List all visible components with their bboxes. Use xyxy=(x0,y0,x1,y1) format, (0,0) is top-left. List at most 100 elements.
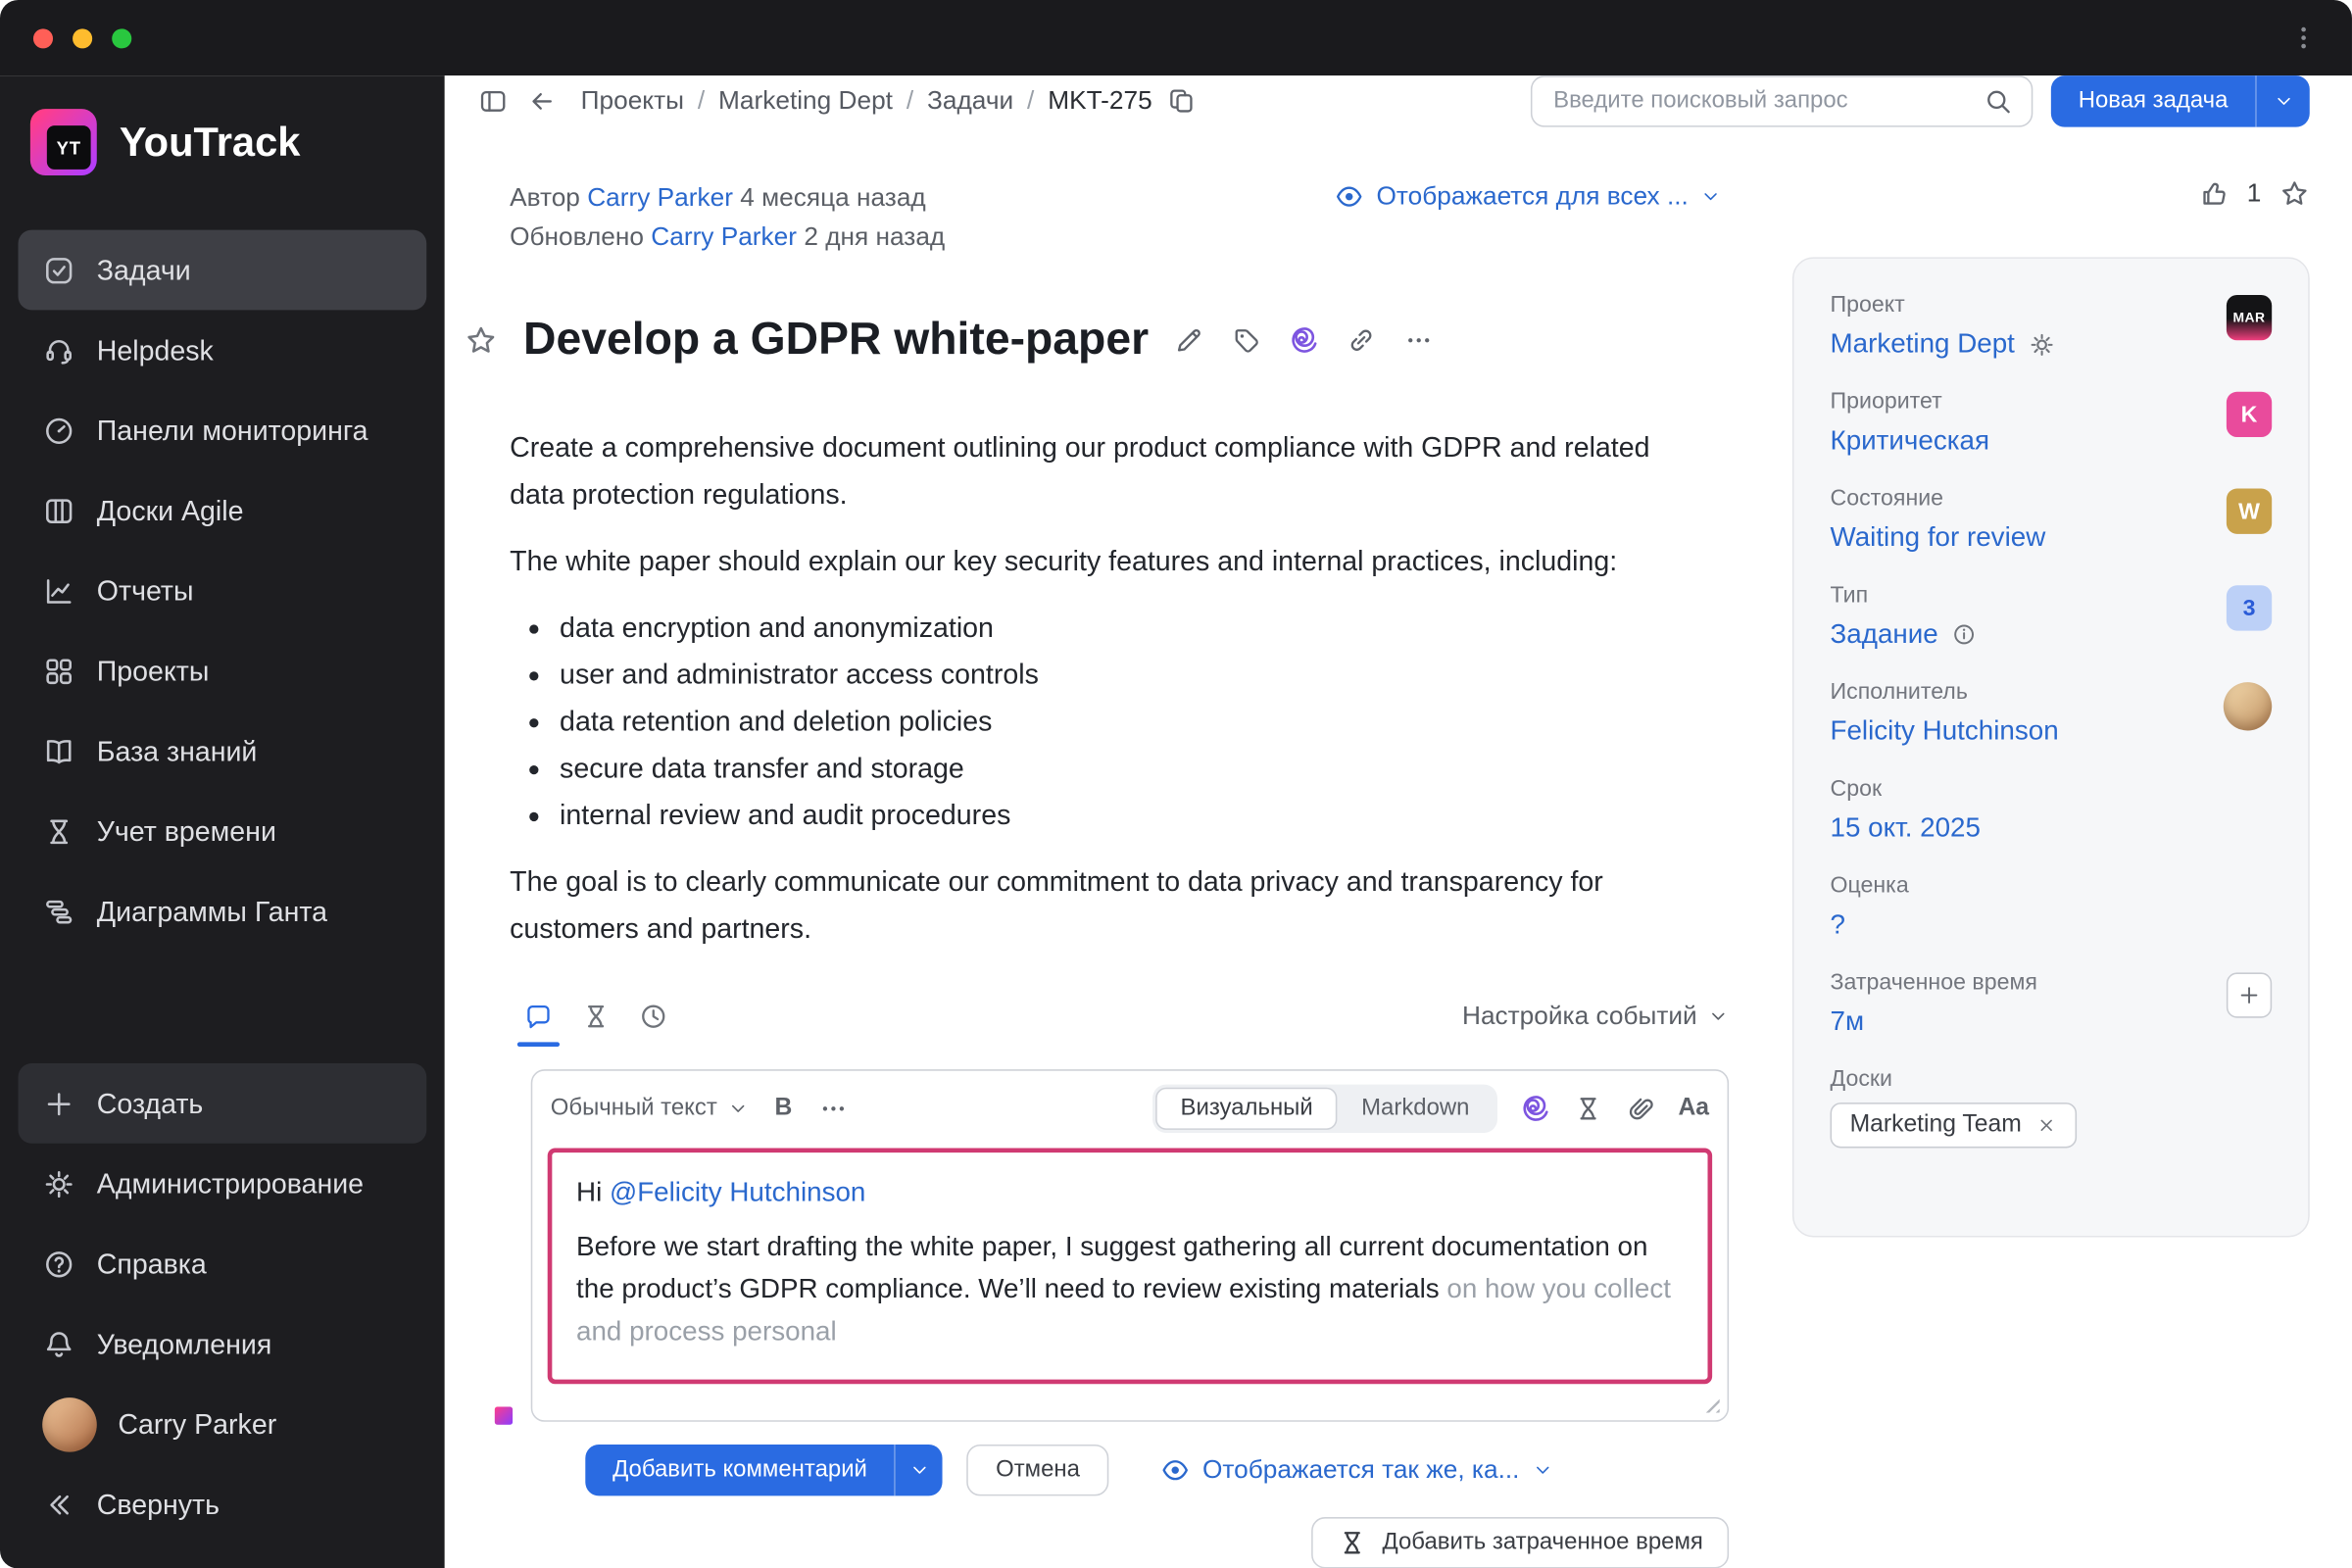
sidebar-toggle-icon[interactable] xyxy=(478,86,509,117)
sidebar-item-agile-boards[interactable]: Доски Agile xyxy=(19,470,427,551)
sidebar-item-reports[interactable]: Отчеты xyxy=(19,551,427,631)
estimate-value[interactable]: ? xyxy=(1831,909,1845,941)
ai-assistant-icon[interactable] xyxy=(1519,1094,1549,1124)
comment-visibility-control[interactable]: Отображается так же, ка... xyxy=(1160,1455,1553,1486)
tab-history[interactable] xyxy=(624,991,682,1042)
project-settings-gear-icon[interactable] xyxy=(2029,330,2056,358)
spent-time-value[interactable]: 7м xyxy=(1831,1005,1865,1037)
breadcrumb-issue-id[interactable]: MKT-275 xyxy=(1048,86,1152,117)
create-button[interactable]: Создать xyxy=(18,1063,427,1144)
more-formatting-icon[interactable] xyxy=(818,1094,849,1124)
sidebar-item-time-tracking[interactable]: Учет времени xyxy=(19,791,427,871)
assignee-avatar[interactable] xyxy=(2223,682,2273,731)
mode-markdown-tab[interactable]: Markdown xyxy=(1337,1088,1494,1130)
ai-assistant-icon[interactable] xyxy=(1290,325,1320,356)
state-value[interactable]: Waiting for review xyxy=(1831,521,2046,553)
mode-visual-tab[interactable]: Визуальный xyxy=(1155,1087,1338,1131)
issue-fields-panel: Проект Marketing Dept MAR Приоритет Крит… xyxy=(1791,257,2310,1238)
field-estimate: Оценка ? xyxy=(1831,873,2273,941)
type-badge[interactable]: 3 xyxy=(2226,585,2273,631)
sidebar-item-profile[interactable]: Carry Parker xyxy=(19,1384,427,1464)
tab-comments[interactable] xyxy=(510,991,567,1048)
thumbs-up-icon[interactable] xyxy=(2198,178,2229,209)
plus-icon xyxy=(47,1092,71,1115)
sidebar-item-tasks[interactable]: Задачи xyxy=(18,229,427,311)
format-dropdown[interactable]: Обычный текст xyxy=(551,1096,749,1123)
user-avatar xyxy=(42,1396,97,1451)
comment-input[interactable]: Hi @Felicity Hutchinson Before we start … xyxy=(547,1148,1713,1385)
text-style-button[interactable]: Aa xyxy=(1678,1096,1709,1123)
due-date-value[interactable]: 15 окт. 2025 xyxy=(1831,812,1981,844)
type-value[interactable]: Задание xyxy=(1831,618,1938,650)
sidebar-item-help[interactable]: Справка xyxy=(19,1224,427,1304)
priority-badge[interactable]: K xyxy=(2226,391,2273,438)
star-issue-icon[interactable] xyxy=(465,323,498,357)
sidebar-footer: Создать Администрирование Справка Уведом… xyxy=(0,1063,445,1544)
project-value[interactable]: Marketing Dept xyxy=(1831,328,2015,360)
breadcrumb-marketing-dept[interactable]: Marketing Dept xyxy=(718,86,893,117)
copy-issue-id-icon[interactable] xyxy=(1166,86,1197,117)
spent-time-row: Добавить затраченное время xyxy=(510,1517,1730,1568)
edit-pencil-icon[interactable] xyxy=(1174,325,1204,356)
bullet-item: internal review and audit procedures xyxy=(557,791,1692,838)
resize-handle[interactable] xyxy=(1699,1393,1720,1413)
issue-main-column: Develop a GDPR white-paper Create a comp… xyxy=(467,257,1730,1568)
minimize-window-button[interactable] xyxy=(73,27,93,48)
more-actions-icon[interactable] xyxy=(1404,325,1435,356)
window-menu-icon[interactable] xyxy=(2288,23,2319,53)
new-task-button[interactable]: Новая задача xyxy=(2050,75,2310,127)
sidebar-item-projects[interactable]: Проекты xyxy=(19,631,427,711)
add-spent-time-button[interactable]: Добавить затраченное время xyxy=(1310,1517,1730,1568)
add-spent-time-label: Добавить затраченное время xyxy=(1382,1529,1703,1555)
priority-value[interactable]: Критическая xyxy=(1831,425,1989,457)
add-comment-dropdown-icon[interactable] xyxy=(894,1445,943,1496)
sidebar-collapse-button[interactable]: Свернуть xyxy=(19,1464,427,1544)
state-badge[interactable]: W xyxy=(2226,488,2273,534)
sidebar-item-gantt[interactable]: Диаграммы Ганта xyxy=(19,871,427,952)
search-input[interactable] xyxy=(1550,85,1969,117)
search-icon[interactable] xyxy=(1983,86,2013,117)
breadcrumb-tasks[interactable]: Задачи xyxy=(927,86,1013,117)
breadcrumb-projects[interactable]: Проекты xyxy=(581,86,684,117)
bold-button[interactable]: B xyxy=(771,1096,795,1123)
add-comment-button[interactable]: Добавить комментарий xyxy=(585,1445,944,1496)
gear-icon xyxy=(45,1170,73,1198)
field-label: Тип xyxy=(1830,582,1869,609)
app-logo[interactable]: YT YouTrack xyxy=(0,94,445,212)
star-icon[interactable] xyxy=(2279,178,2310,209)
add-spent-time-plus-button[interactable] xyxy=(2226,972,2273,1018)
author-link[interactable]: Carry Parker xyxy=(587,183,733,212)
assignee-value[interactable]: Felicity Hutchinson xyxy=(1831,715,2059,747)
link-icon[interactable] xyxy=(1347,325,1377,356)
updater-link[interactable]: Carry Parker xyxy=(651,222,797,251)
attachment-icon[interactable] xyxy=(1625,1094,1655,1124)
board-tag[interactable]: Marketing Team xyxy=(1830,1102,2077,1149)
sidebar-item-notifications[interactable]: Уведомления xyxy=(19,1303,427,1384)
cancel-button[interactable]: Отмена xyxy=(966,1445,1109,1496)
events-settings-control[interactable]: Настройка событий xyxy=(1462,1002,1729,1032)
tab-spent-time[interactable] xyxy=(567,991,625,1042)
issue-visibility-control[interactable]: Отображается для всех ... xyxy=(1334,181,1721,212)
zoom-window-button[interactable] xyxy=(112,27,132,48)
sidebar-item-helpdesk[interactable]: Helpdesk xyxy=(19,310,427,390)
field-value[interactable]: Marketing Dept xyxy=(1831,328,2212,360)
sidebar-item-label: Учет времени xyxy=(96,814,276,847)
sidebar-item-label: Задачи xyxy=(96,253,191,285)
sidebar-item-dashboards[interactable]: Панели мониторинга xyxy=(19,390,427,470)
sidebar-item-knowledge-base[interactable]: База знаний xyxy=(19,710,427,791)
project-avatar[interactable]: MAR xyxy=(2226,294,2273,341)
gantt-icon xyxy=(46,900,73,923)
info-icon[interactable] xyxy=(1952,621,1978,647)
issue-meta: Автор Carry Parker 4 месяца назад Обновл… xyxy=(510,178,1334,257)
back-arrow-icon[interactable] xyxy=(526,86,557,117)
field-priority: Приоритет Критическая K xyxy=(1831,389,2273,457)
close-window-button[interactable] xyxy=(32,27,54,48)
remove-board-icon[interactable] xyxy=(2035,1114,2057,1136)
tag-icon[interactable] xyxy=(1232,325,1262,356)
new-task-dropdown-icon[interactable] xyxy=(2255,75,2310,127)
user-mention[interactable]: @Felicity Hutchinson xyxy=(610,1177,865,1207)
sidebar-item-administration[interactable]: Администрирование xyxy=(19,1144,427,1224)
description-paragraph: The white paper should explain our key s… xyxy=(510,544,1618,577)
field-project: Проект Marketing Dept MAR xyxy=(1831,292,2273,360)
spent-time-icon[interactable] xyxy=(1572,1094,1602,1124)
